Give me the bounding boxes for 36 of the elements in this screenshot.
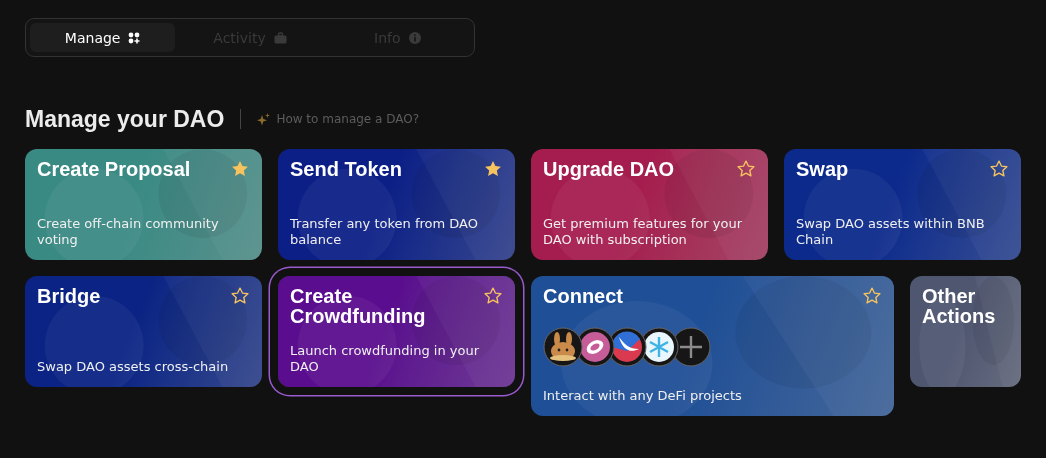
action-card[interactable]: Upgrade DAO Get premium features for your DAO with subscription	[531, 149, 768, 260]
card-description: Create off-chain community voting	[37, 216, 220, 248]
card-title: Connect	[543, 286, 623, 306]
tab[interactable]: Manage	[30, 23, 176, 52]
star-icon[interactable]	[230, 286, 250, 306]
card-title: Bridge	[37, 286, 101, 306]
grid-icon	[128, 31, 141, 44]
card-title: Create Crowdfunding	[290, 286, 427, 326]
star-icon[interactable]	[483, 159, 503, 179]
action-card[interactable]: Connect Interact with any DeFi projects	[531, 276, 894, 416]
action-card[interactable]: Swap Swap DAO assets within BNB Chain	[784, 149, 1021, 260]
protocol-logo-icon[interactable]	[543, 327, 583, 367]
section-heading: Manage your DAO	[25, 105, 225, 133]
star-icon[interactable]	[989, 159, 1009, 179]
card-description: Swap DAO assets cross-chain	[37, 359, 230, 375]
card-description: Interact with any DeFi projects	[543, 388, 743, 404]
sparkle-icon	[257, 112, 271, 126]
action-card[interactable]: Send Token Transfer any token from DAO balance	[278, 149, 515, 260]
card-title: Create Proposal	[37, 159, 191, 179]
card-title: Upgrade DAO	[543, 159, 675, 179]
star-icon[interactable]	[862, 286, 882, 306]
card-title: Swap	[796, 159, 849, 179]
action-card[interactable]: Bridge Swap DAO assets cross-chain	[25, 276, 262, 387]
card-title: Send Token	[290, 159, 402, 179]
star-icon[interactable]	[230, 159, 250, 179]
info-icon	[408, 31, 421, 44]
star-icon[interactable]	[483, 286, 503, 306]
card-description: Get premium features for your DAO with subscription	[543, 216, 743, 248]
briefcase-icon	[273, 31, 287, 44]
card-description: Launch crowdfunding in your DAO	[290, 343, 480, 375]
card-description: Transfer any token from DAO balance	[290, 216, 479, 248]
action-card[interactable]: Other Actions	[910, 276, 1021, 387]
card-title: Other Actions	[922, 286, 997, 326]
star-icon[interactable]	[736, 159, 756, 179]
card-description: Swap DAO assets within BNB Chain	[796, 216, 986, 248]
action-card[interactable]: Create Proposal Create off-chain community voting	[25, 149, 262, 260]
